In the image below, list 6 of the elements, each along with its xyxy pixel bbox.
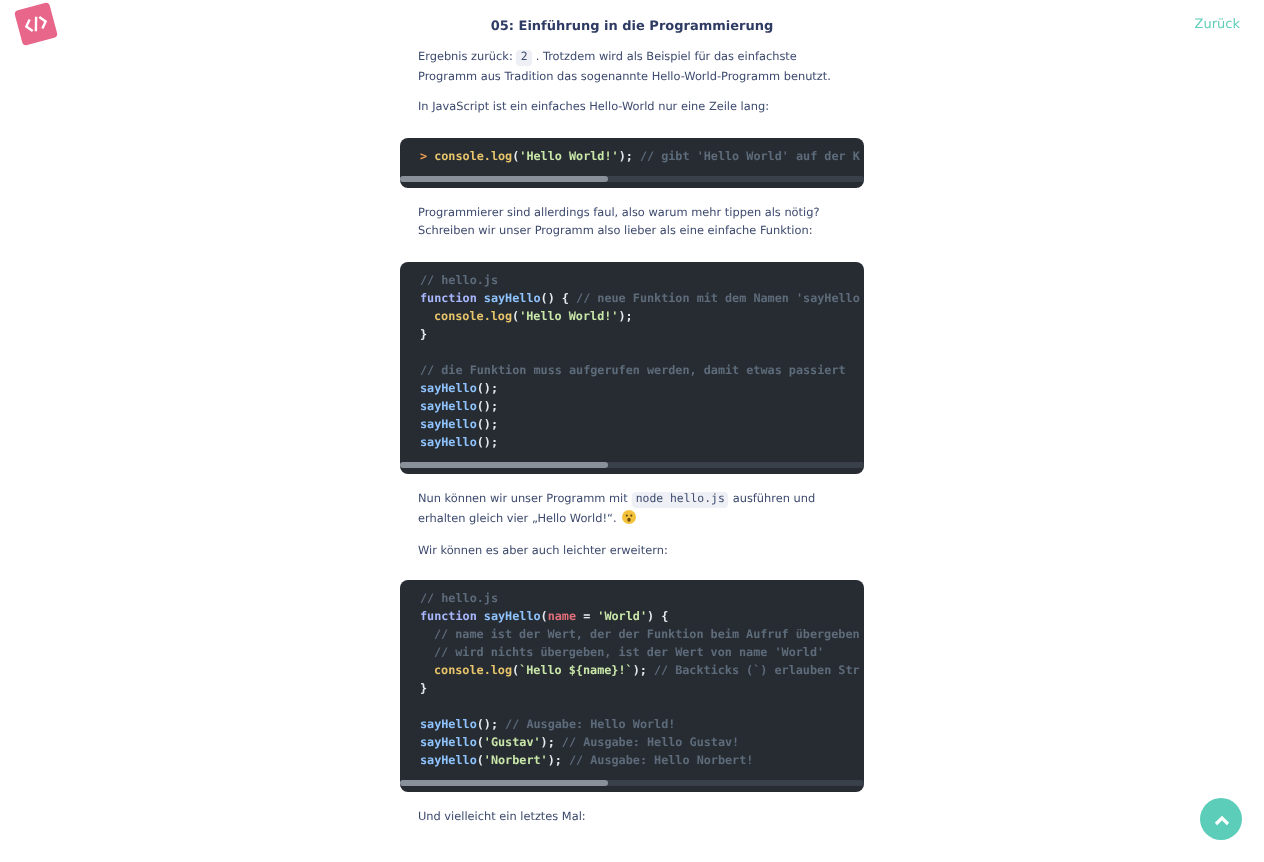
scrollbar[interactable] — [400, 175, 864, 181]
caret-up-icon — [1213, 813, 1229, 825]
surprised-emoji-icon — [622, 510, 637, 524]
scrollbar[interactable] — [400, 461, 864, 467]
scrollbar[interactable] — [400, 780, 864, 786]
scroll-to-top-button[interactable] — [1200, 798, 1242, 840]
